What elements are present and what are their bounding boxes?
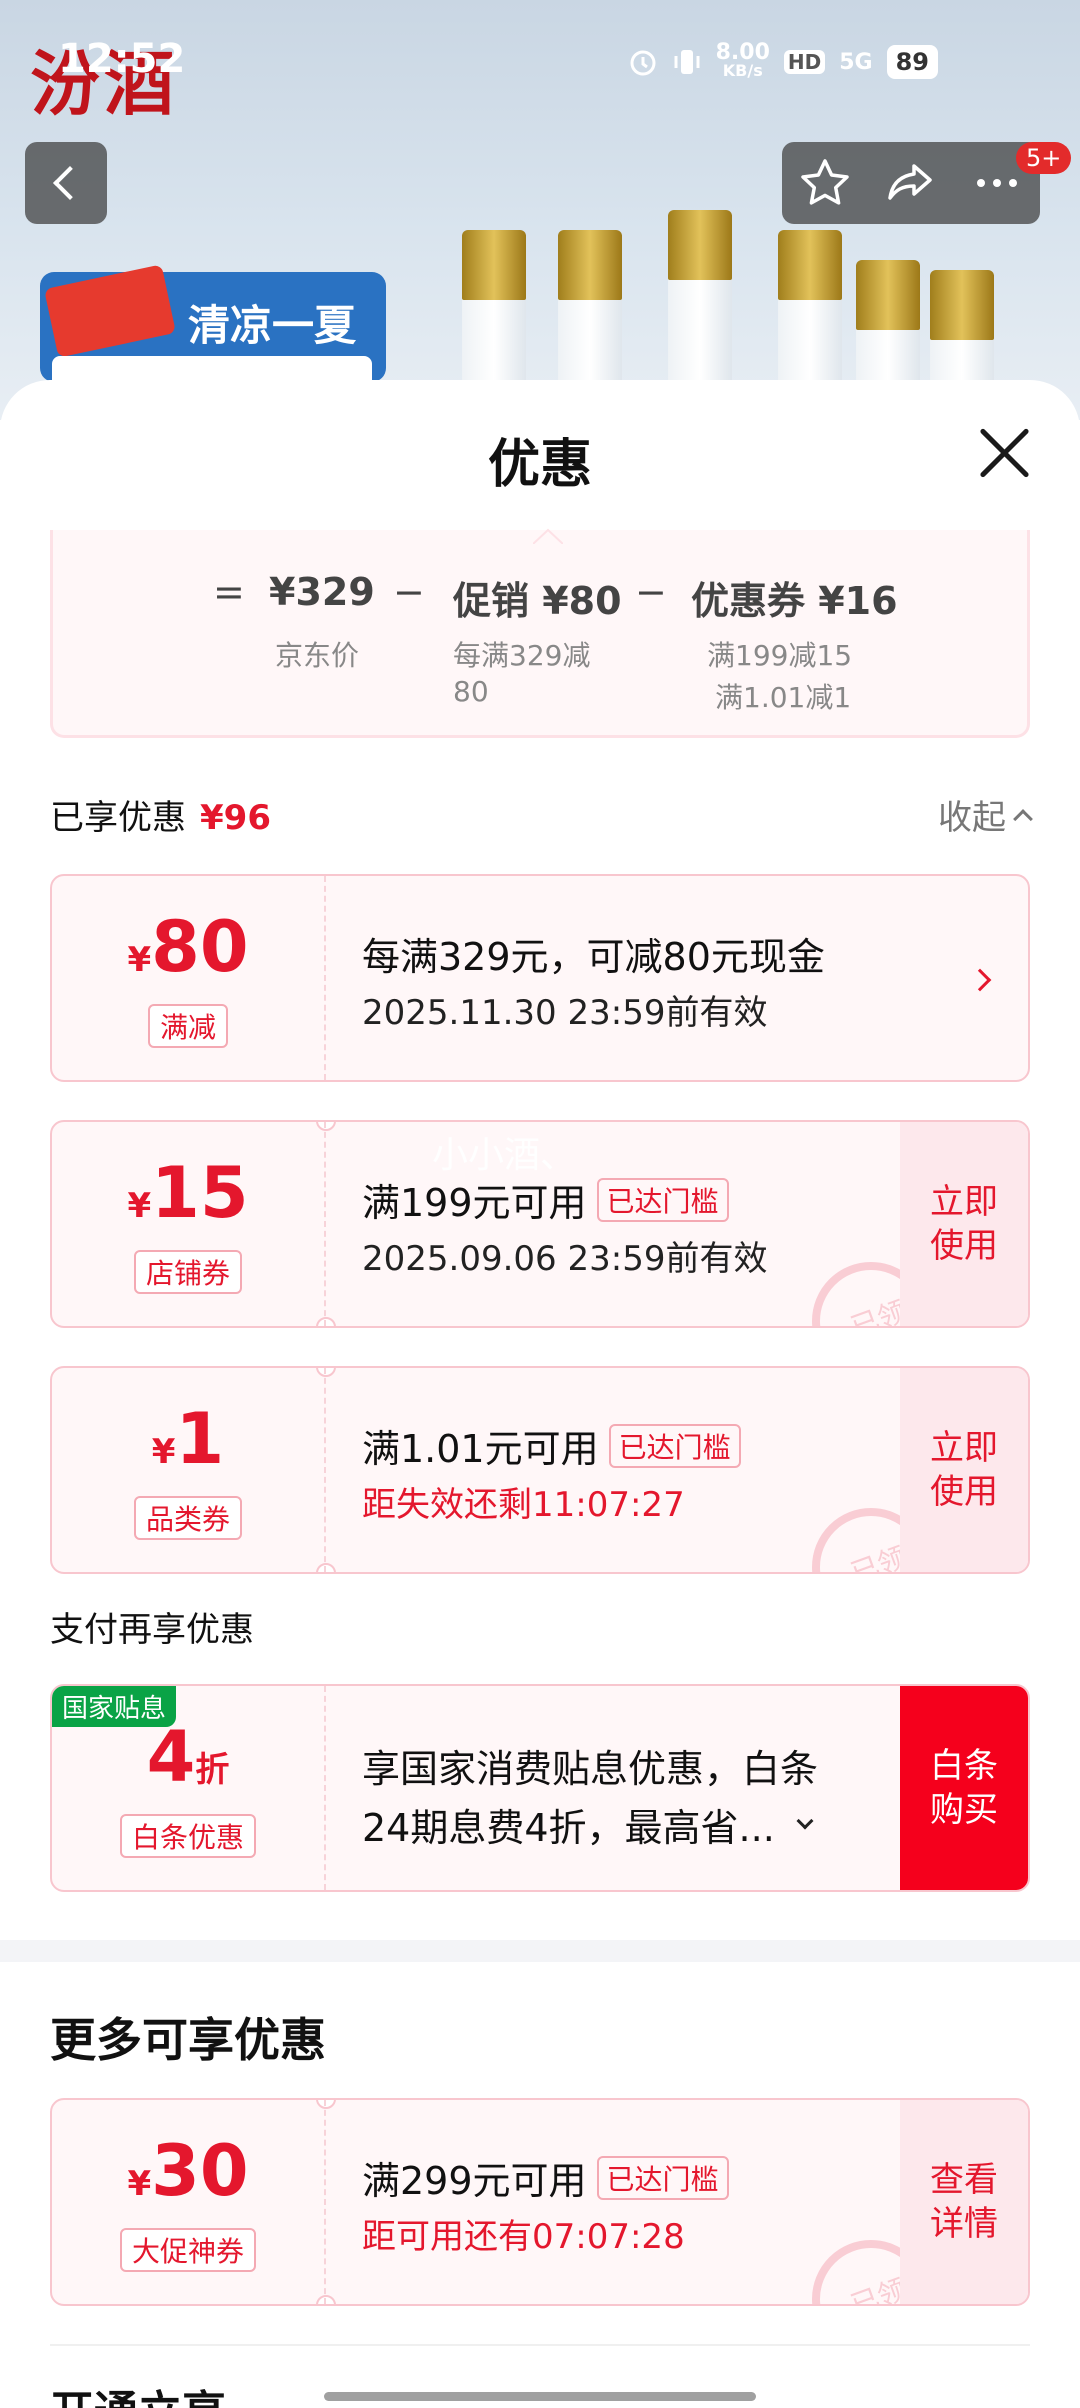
sheet-title: 优惠 [487,435,592,495]
coupon-value: ¥1 [151,1397,225,1480]
coupon-desc: 满1.01减1 [715,681,852,714]
promo-desc: 每满329减 [453,639,591,672]
view-details-button[interactable]: 查看 详情 [900,2100,1028,2304]
offer-type-tag: 白条优惠 [119,1813,256,1858]
coupon-type-tag: 店铺券 [133,1249,242,1294]
baitiao-offer-card: 国家贴息 4折 白条优惠 享国家消费贴息优惠，白条 24期息费4折，最高省...… [50,1684,1030,1892]
watermark-text: 小小酒、 [432,1135,577,1176]
threshold-reached-badge: 已达门槛 [596,1177,729,1222]
offer-description[interactable]: 24期息费4折，最高省... [362,1797,888,1852]
offer-description: 享国家消费贴息优惠，白条 [362,1747,819,1791]
coupon-type-tag: 大促神券 [119,2227,256,2272]
use-now-button[interactable]: 立即 使用 [900,1122,1028,1326]
enjoyed-discount-summary: 已享优惠 ¥96 [50,798,271,838]
network-speed: 8.00 KB/s [715,40,770,80]
coupon-value: ¥30 [127,2129,249,2212]
home-indicator[interactable] [324,2392,756,2401]
enjoyed-total: ¥96 [200,798,271,838]
price-formula-card: = ¥329 − 促销 ¥80 − 优惠券 ¥16 京东价 每满329减 80 … [50,528,1030,738]
promo-amount: 促销 ¥80 [453,579,622,623]
share-icon[interactable] [884,156,938,210]
chevron-right-icon[interactable] [968,968,992,992]
coupon-value: ¥80 [127,905,249,988]
chevron-down-icon[interactable] [796,1812,814,1829]
coupon-countdown: 距失效还剩11:07:27 [362,1485,685,1525]
coupon-condition: 满299元可用 已达门槛 [362,2150,888,2205]
favorite-star-icon[interactable] [798,156,852,210]
payment-discount-title: 支付再享优惠 [50,1610,254,1650]
more-discounts-title: 更多可享优惠 [50,2013,326,2067]
coupon-type-tag: 品类券 [133,1495,242,1540]
coupon-countdown: 距可用还有07:07:28 [362,2217,685,2257]
discount-sheet: 优惠 = ¥329 − 促销 ¥80 − 优惠券 ¥16 京东价 每满329减 … [0,380,1080,2408]
coupon-card-full-reduction[interactable]: ¥80 满减 每满329元，可减80元现金 2025.11.30 23:59前有… [50,874,1030,1082]
status-time: 12:52 [58,36,186,82]
coupon-desc: 满199减15 [707,639,853,672]
chevron-up-icon [1013,808,1033,829]
more-icon[interactable] [970,156,1024,210]
coupon-validity: 2025.09.06 23:59前有效 [362,1239,768,1279]
coupon-condition: 满199元可用 已达门槛 [362,1172,888,1227]
caret-up-icon [533,528,563,544]
hd-icon: HD [783,50,826,74]
signal-icon: 5G [839,49,873,75]
promo-desc: 80 [453,675,489,708]
coupon-condition: 满1.01元可用 已达门槛 [362,1418,888,1473]
coupon-card-store: 小小酒、 ¥15 店铺券 满199元可用 已达门槛 2025.09.06 23:5… [50,1120,1030,1328]
promo-banner[interactable]: 清凉一夏 [40,264,386,406]
coupon-validity: 2025.11.30 23:59前有效 [362,993,768,1033]
action-group [782,142,1040,224]
coupon-condition: 每满329元，可减80元现金 [362,935,825,979]
jd-price: ¥329 [269,570,375,614]
vibrate-icon [674,50,700,74]
close-icon[interactable] [976,424,1032,480]
coupon-card-promotion: ¥30 大促神券 满299元可用 已达门槛 距可用还有07:07:28 已领 查看… [50,2098,1030,2306]
status-bar: 12:52 8.00 KB/s HD 5G 89 [0,0,1080,120]
threshold-reached-badge: 已达门槛 [608,1423,741,1468]
membership-section-title: 开通立享 [50,2376,226,2408]
banner-text: 清凉一夏 [188,301,357,350]
use-now-button[interactable]: 立即 使用 [900,1368,1028,1572]
coupon-amount: 优惠券 ¥16 [691,579,898,623]
collapse-button[interactable]: 收起 [938,790,1033,839]
message-count-badge: 5+ [1016,142,1072,174]
back-button[interactable] [25,142,107,224]
discount-rate: 4折 [146,1715,230,1798]
coupon-type-tag: 满减 [147,1003,228,1048]
battery-icon: 89 [886,45,938,79]
coupon-value: ¥15 [127,1151,249,1234]
jd-price-label: 京东价 [275,639,360,672]
baitiao-buy-button[interactable]: 白条 购买 [900,1686,1028,1890]
alarm-icon [630,50,656,76]
threshold-reached-badge: 已达门槛 [596,2155,729,2200]
coupon-card-category: ¥1 品类券 满1.01元可用 已达门槛 距失效还剩11:07:27 已领 立即使… [50,1366,1030,1574]
banner-flag-icon [44,264,176,358]
